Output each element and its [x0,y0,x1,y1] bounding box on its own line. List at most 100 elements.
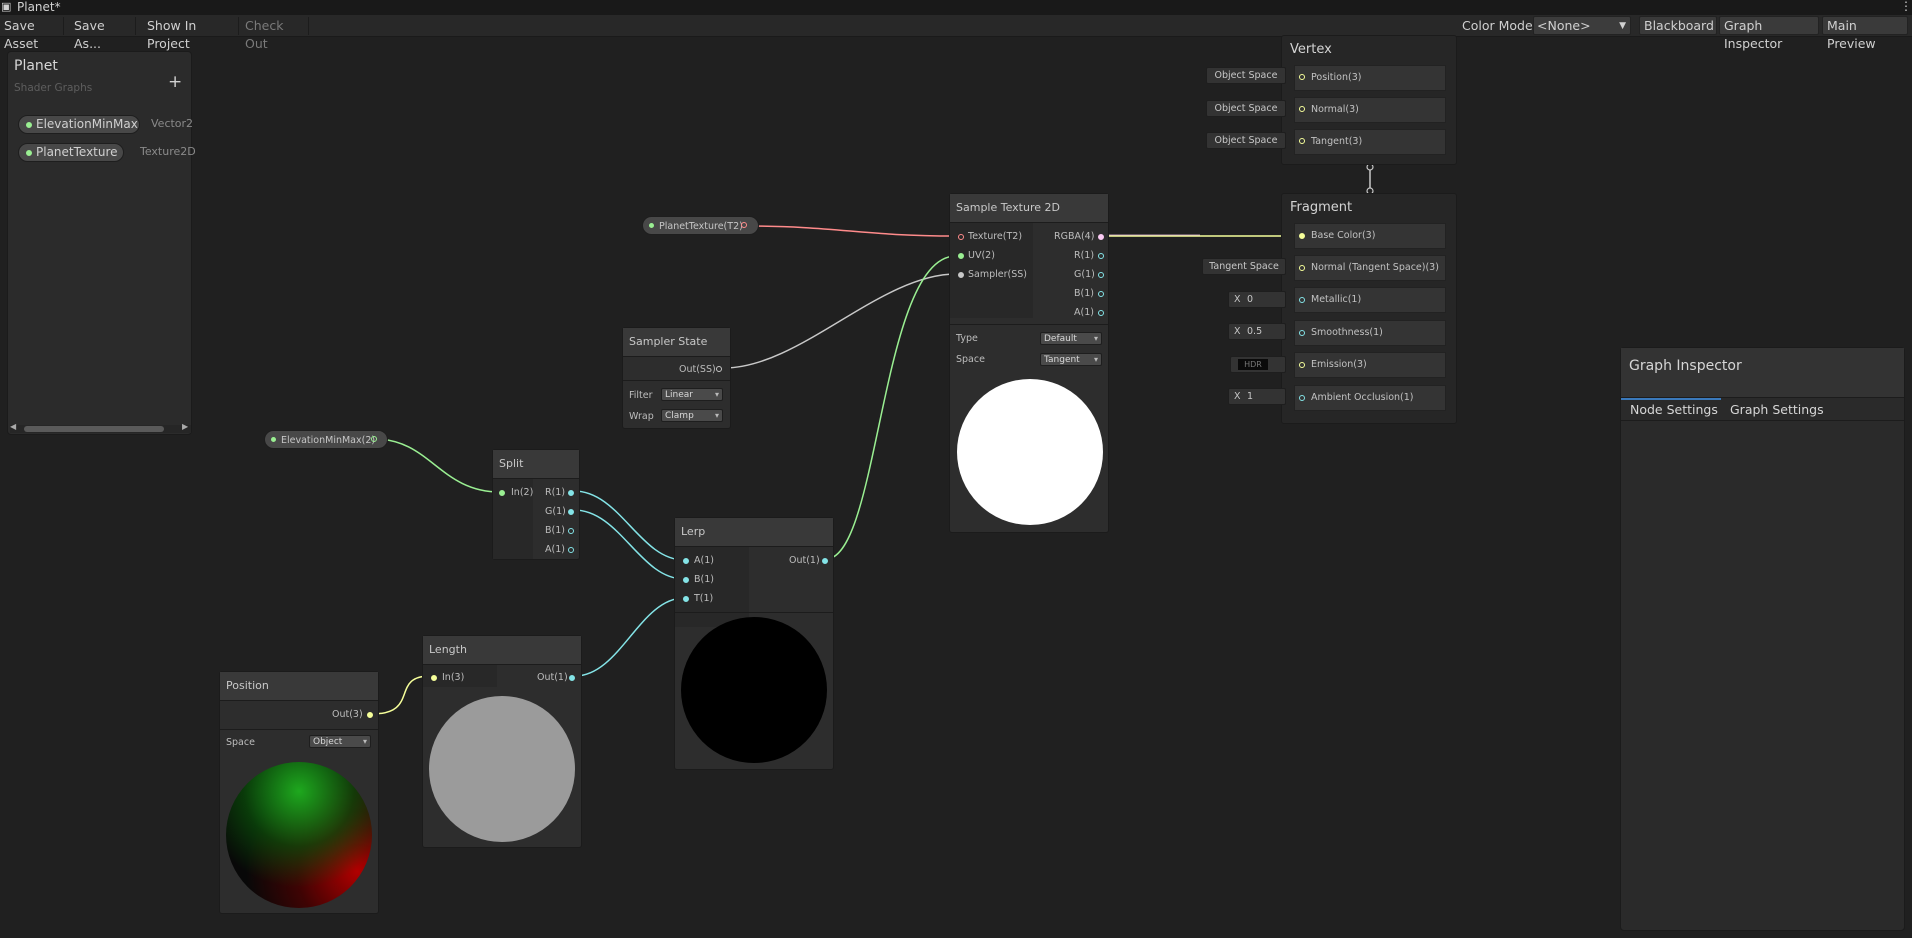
ambient-occlusion-input[interactable]: X 1 [1228,388,1286,405]
tab-node-settings[interactable]: Node Settings [1621,398,1721,420]
scroll-left-icon[interactable]: ◀ [10,422,16,431]
input-port-icon[interactable] [683,596,689,602]
planet-texture-property-node[interactable]: PlanetTexture(T2) [642,216,759,235]
blackboard-property[interactable]: ElevationMinMax [18,115,140,134]
emission-input[interactable]: HDR [1230,356,1286,373]
input-port-icon[interactable] [1299,233,1305,239]
tangent-space-input[interactable]: Tangent Space [1202,258,1286,275]
wrap-dropdown[interactable]: Clamp [661,409,723,422]
output-port-icon[interactable] [741,222,747,228]
normal-tangent-block[interactable]: Normal (Tangent Space)(3) [1294,255,1446,281]
metallic-block[interactable]: Metallic(1) [1294,287,1446,313]
edge-planettexture-texture [742,225,957,237]
output-port-icon[interactable] [568,490,574,496]
horizontal-scrollbar[interactable]: ◀ ▶ [10,422,191,433]
object-space-input[interactable]: Object Space [1206,100,1286,117]
scroll-right-icon[interactable]: ▶ [182,422,188,431]
scrollbar-thumb[interactable] [24,426,164,432]
input-port-icon[interactable] [499,490,505,496]
smoothness-value: 0.5 [1247,326,1263,337]
output-port-icon[interactable] [569,675,575,681]
output-port-label: Out(1) [789,555,820,566]
base-color-block[interactable]: Base Color(3) [1294,223,1446,249]
output-port-icon[interactable] [1098,291,1104,297]
input-port-icon[interactable] [1299,297,1305,303]
input-port-icon[interactable] [1299,395,1305,401]
property-node-label: PlanetTexture(T2) [659,221,743,232]
edge-length-lerp-t [574,597,685,677]
output-port-icon[interactable] [568,528,574,534]
output-port-icon[interactable] [716,366,722,372]
hdr-color-swatch[interactable]: HDR [1238,359,1268,370]
edge-split-r-lerp-a [573,490,685,561]
input-port-label: Texture(T2) [968,231,1023,242]
output-port-icon[interactable] [1098,272,1104,278]
input-port-icon[interactable] [1299,138,1305,144]
filter-dropdown[interactable]: Linear [661,388,723,401]
output-port-icon[interactable] [1098,310,1104,316]
output-port-icon[interactable] [367,712,373,718]
input-port-icon[interactable] [958,272,964,278]
property-name: PlanetTexture [36,145,118,159]
output-port-label: G(1) [545,506,566,517]
input-port-label: B(1) [694,574,714,585]
output-port-icon[interactable] [568,509,574,515]
input-port-icon[interactable] [1299,362,1305,368]
output-port-icon[interactable] [1098,253,1104,259]
context-title: Fragment [1290,200,1353,215]
metallic-input[interactable]: X 0 [1228,291,1286,308]
input-port-icon[interactable] [1299,330,1305,336]
smoothness-input[interactable]: X 0.5 [1228,323,1286,340]
node-title: Sample Texture 2D [950,194,1108,223]
normal-block[interactable]: Normal(3) [1294,97,1446,123]
input-port-icon[interactable] [1299,265,1305,271]
type-dropdown[interactable]: Default [1040,332,1102,345]
node-preview [681,617,827,763]
input-port-icon[interactable] [958,253,964,259]
output-port-icon[interactable] [1098,234,1104,240]
input-port-icon[interactable] [431,675,437,681]
input-port-icon[interactable] [958,234,964,240]
space-dropdown[interactable]: Object [309,735,371,748]
blackboard-subtitle: Shader Graphs [14,82,93,94]
edge-lerp-uv [825,255,957,560]
length-node[interactable]: Length In(3) Out(1) [422,635,582,848]
tab-graph-settings[interactable]: Graph Settings [1721,398,1831,420]
lerp-node[interactable]: Lerp A(1) B(1) T(1) Out(1) [674,517,834,770]
sampler-state-node[interactable]: Sampler State Out(SS) Filter Linear Wrap… [622,327,731,429]
output-port-label: Out(3) [332,709,363,720]
input-port-icon[interactable] [1299,106,1305,112]
blackboard-property[interactable]: PlanetTexture [18,143,124,162]
space-dropdown[interactable]: Tangent [1040,353,1102,366]
output-port-icon[interactable] [371,436,377,442]
input-port-icon[interactable] [683,577,689,583]
position-node[interactable]: Position Out(3) Space Object [219,671,379,914]
emission-block[interactable]: Emission(3) [1294,352,1446,378]
object-space-input[interactable]: Object Space [1206,132,1286,149]
property-type: Texture2D [140,145,196,158]
output-port-label: R(1) [545,487,566,498]
input-port-icon[interactable] [683,558,689,564]
input-port-icon[interactable] [1299,74,1305,80]
output-port-icon[interactable] [822,558,828,564]
tangent-block[interactable]: Tangent(3) [1294,129,1446,155]
metallic-value: 0 [1247,294,1254,305]
input-port-label: A(1) [694,555,714,566]
object-space-input[interactable]: Object Space [1206,67,1286,84]
sample-texture-2d-node[interactable]: Sample Texture 2D Texture(T2) UV(2) Samp… [949,193,1109,533]
smoothness-block[interactable]: Smoothness(1) [1294,320,1446,346]
blackboard-panel: Planet Shader Graphs + ElevationMinMax V… [7,51,196,435]
ambient-occlusion-block[interactable]: Ambient Occlusion(1) [1294,385,1446,411]
space-label: Space [956,354,985,365]
vector2-dot-icon [26,122,32,128]
block-label: Normal(3) [1311,104,1359,115]
elevation-property-node[interactable]: ElevationMinMax(2) [264,430,388,449]
output-port-icon[interactable] [568,547,574,553]
dot-icon [649,223,654,228]
add-property-button[interactable]: + [168,72,182,92]
block-label: Smoothness(1) [1311,327,1383,338]
position-block[interactable]: Position(3) [1294,65,1446,91]
filter-label: Filter [629,390,653,401]
tab-label: Node Settings [1630,402,1718,417]
split-node[interactable]: Split In(2) R(1) G(1) B(1) A(1) [492,449,580,560]
